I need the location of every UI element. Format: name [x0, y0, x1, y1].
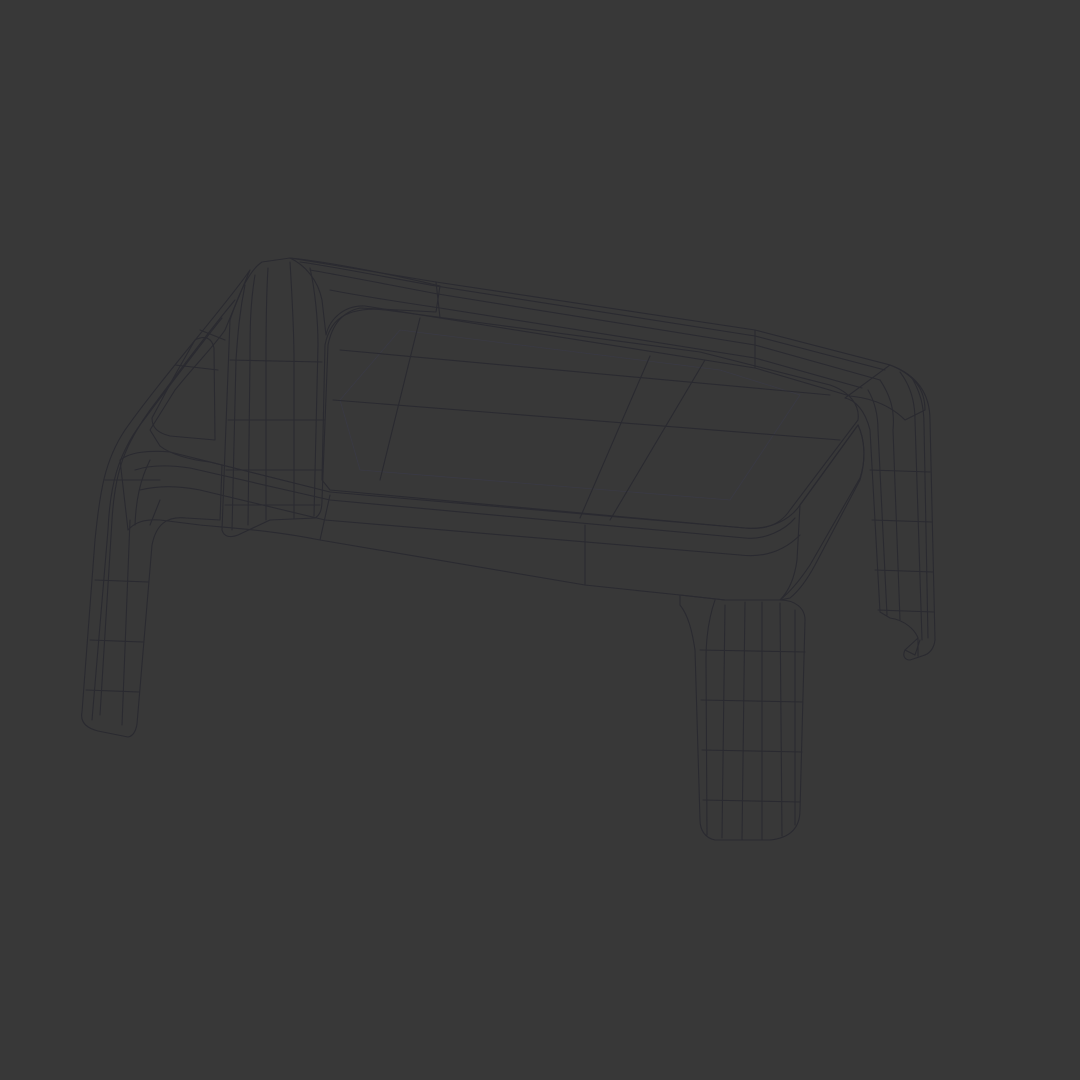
front-left-pillar — [221, 257, 441, 538]
back-rail — [289, 257, 926, 421]
table-top-highlight — [339, 329, 801, 501]
mesh-wireframe — [85, 261, 935, 841]
render-viewport — [0, 0, 1080, 1080]
left-tray-side — [151, 337, 216, 441]
table-apron — [119, 424, 865, 601]
right-leg-inner-curve — [779, 424, 865, 601]
table-render — [81, 257, 936, 841]
